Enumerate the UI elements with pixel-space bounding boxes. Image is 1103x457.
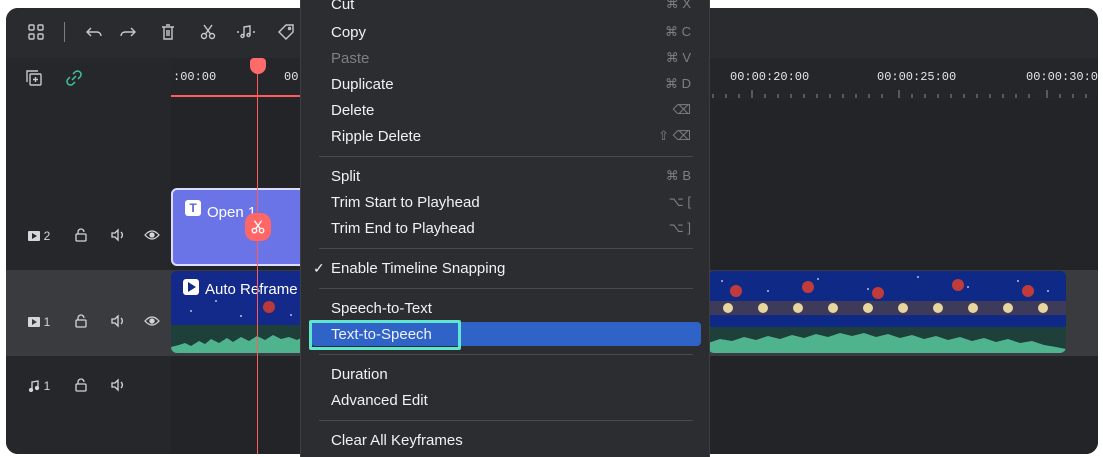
video-track-1-label: 1: [24, 314, 54, 330]
checkmark-icon: ✓: [313, 259, 325, 276]
menu-shortcut: ⌘ D: [665, 76, 691, 91]
ruler-timecode-30s: 00:00:30:00: [1026, 70, 1098, 84]
ruler-ticks: [712, 90, 1087, 98]
trash-icon[interactable]: [156, 20, 180, 44]
menu-label: Duplicate: [331, 75, 394, 93]
menu-label: Trim Start to Playhead: [331, 193, 480, 211]
menu-item-advanced-edit[interactable]: Advanced Edit: [311, 388, 701, 412]
track-header-audio1: 1: [6, 356, 171, 454]
menu-item-ripple-delete[interactable]: Ripple Delete ⇧ ⌫: [311, 124, 701, 148]
menu-item-speech-to-text[interactable]: Speech-to-Text: [311, 296, 701, 320]
music-note-icon: [28, 380, 39, 392]
menu-shortcut: ⌥ ]: [668, 220, 691, 235]
eye-icon[interactable]: [142, 312, 162, 330]
split-scissors-icon[interactable]: [245, 213, 271, 241]
ruler-timecode-20s: 00:00:20:00: [730, 70, 810, 84]
menu-shortcut: ⇧ ⌫: [658, 128, 691, 143]
add-track-icon[interactable]: [24, 68, 44, 88]
menu-divider: [319, 156, 693, 157]
scissors-icon[interactable]: [196, 20, 220, 44]
video-clip-continuation[interactable]: [708, 271, 1066, 353]
menu-label: Paste: [331, 49, 370, 67]
video-track-2-label: 2: [24, 228, 54, 244]
speaker-icon[interactable]: [108, 376, 128, 394]
lock-icon[interactable]: [72, 312, 90, 330]
ruler-timecode-25s: 00:00:25:00: [877, 70, 957, 84]
menu-shortcut: ⌘ B: [665, 168, 691, 183]
menu-item-enable-snapping[interactable]: ✓ Enable Timeline Snapping: [311, 256, 701, 280]
menu-label: Ripple Delete: [331, 127, 422, 145]
lock-icon[interactable]: [72, 376, 90, 394]
menu-item-split[interactable]: Split ⌘ B: [311, 164, 701, 188]
video-clip-icon: [183, 279, 199, 295]
video-thumbnail-strip: [708, 271, 1066, 353]
layout-grid-icon[interactable]: [24, 20, 48, 44]
undo-icon[interactable]: [82, 20, 106, 44]
menu-shortcut: ⌫: [672, 102, 691, 117]
audio-split-icon[interactable]: [234, 20, 258, 44]
ruler-timecode-start: :00:00: [173, 70, 217, 84]
menu-label: Speech-to-Text: [331, 299, 432, 317]
menu-label: Clear All Keyframes: [331, 431, 463, 449]
menu-item-duration[interactable]: Duration: [311, 362, 701, 386]
speaker-icon[interactable]: [108, 312, 128, 330]
menu-item-delete[interactable]: Delete ⌫: [311, 98, 701, 122]
menu-label: Copy: [331, 23, 367, 41]
track-header-tools: [6, 58, 171, 100]
menu-divider: [319, 420, 693, 421]
menu-label: Advanced Edit: [331, 391, 428, 409]
redo-icon[interactable]: [116, 20, 140, 44]
menu-item-paste: Paste ⌘ V: [311, 46, 701, 70]
menu-label: Trim End to Playhead: [331, 219, 475, 237]
menu-label: Delete: [331, 101, 375, 119]
lock-icon[interactable]: [72, 226, 90, 244]
title-clip[interactable]: T Open 1: [171, 188, 311, 266]
video-clip-label: Auto Reframe: [205, 281, 298, 298]
clip-context-menu: Cut ⌘ X Copy ⌘ C Paste ⌘ V Duplicate ⌘ D…: [300, 0, 710, 457]
menu-divider: [319, 248, 693, 249]
menu-shortcut: ⌥ [: [668, 194, 691, 209]
link-icon[interactable]: [64, 68, 84, 88]
speaker-icon[interactable]: [108, 226, 128, 244]
menu-item-duplicate[interactable]: Duplicate ⌘ D: [311, 72, 701, 96]
menu-shortcut: ⌘ C: [665, 24, 691, 39]
track-header-video1: 1: [6, 270, 171, 356]
track-number: 1: [43, 315, 51, 329]
menu-label: Cut: [331, 0, 355, 13]
menu-item-copy[interactable]: Copy ⌘ C: [311, 20, 701, 44]
track-header-video2: 2: [6, 100, 171, 270]
menu-shortcut: ⌘ V: [665, 50, 691, 65]
menu-item-cut[interactable]: Cut ⌘ X: [311, 0, 701, 16]
video-track-icon: [27, 231, 40, 241]
text-to-speech-highlight-box: [309, 320, 461, 350]
menu-divider: [319, 354, 693, 355]
menu-label: Split: [331, 167, 361, 185]
menu-divider: [319, 288, 693, 289]
track-number: 2: [43, 229, 51, 243]
menu-item-trim-start[interactable]: Trim Start to Playhead ⌥ [: [311, 190, 701, 214]
menu-item-clear-keyframes[interactable]: Clear All Keyframes: [311, 428, 701, 452]
menu-label: Duration: [331, 365, 388, 383]
eye-icon[interactable]: [142, 226, 162, 244]
toolbar-divider: [64, 22, 65, 42]
playhead-handle[interactable]: [250, 58, 266, 74]
work-area-marker: [171, 95, 308, 97]
tag-icon[interactable]: [274, 20, 298, 44]
audio-track-1-label: 1: [24, 378, 54, 394]
video-track-icon: [27, 317, 40, 327]
menu-label: Enable Timeline Snapping: [331, 259, 506, 277]
title-icon: T: [185, 200, 201, 216]
audio-waveform: [171, 325, 311, 353]
video-clip[interactable]: Auto Reframe: [171, 271, 311, 353]
menu-shortcut: ⌘ X: [665, 0, 691, 11]
track-number: 1: [43, 379, 51, 393]
menu-item-trim-end[interactable]: Trim End to Playhead ⌥ ]: [311, 216, 701, 240]
playhead-line: [257, 66, 258, 454]
